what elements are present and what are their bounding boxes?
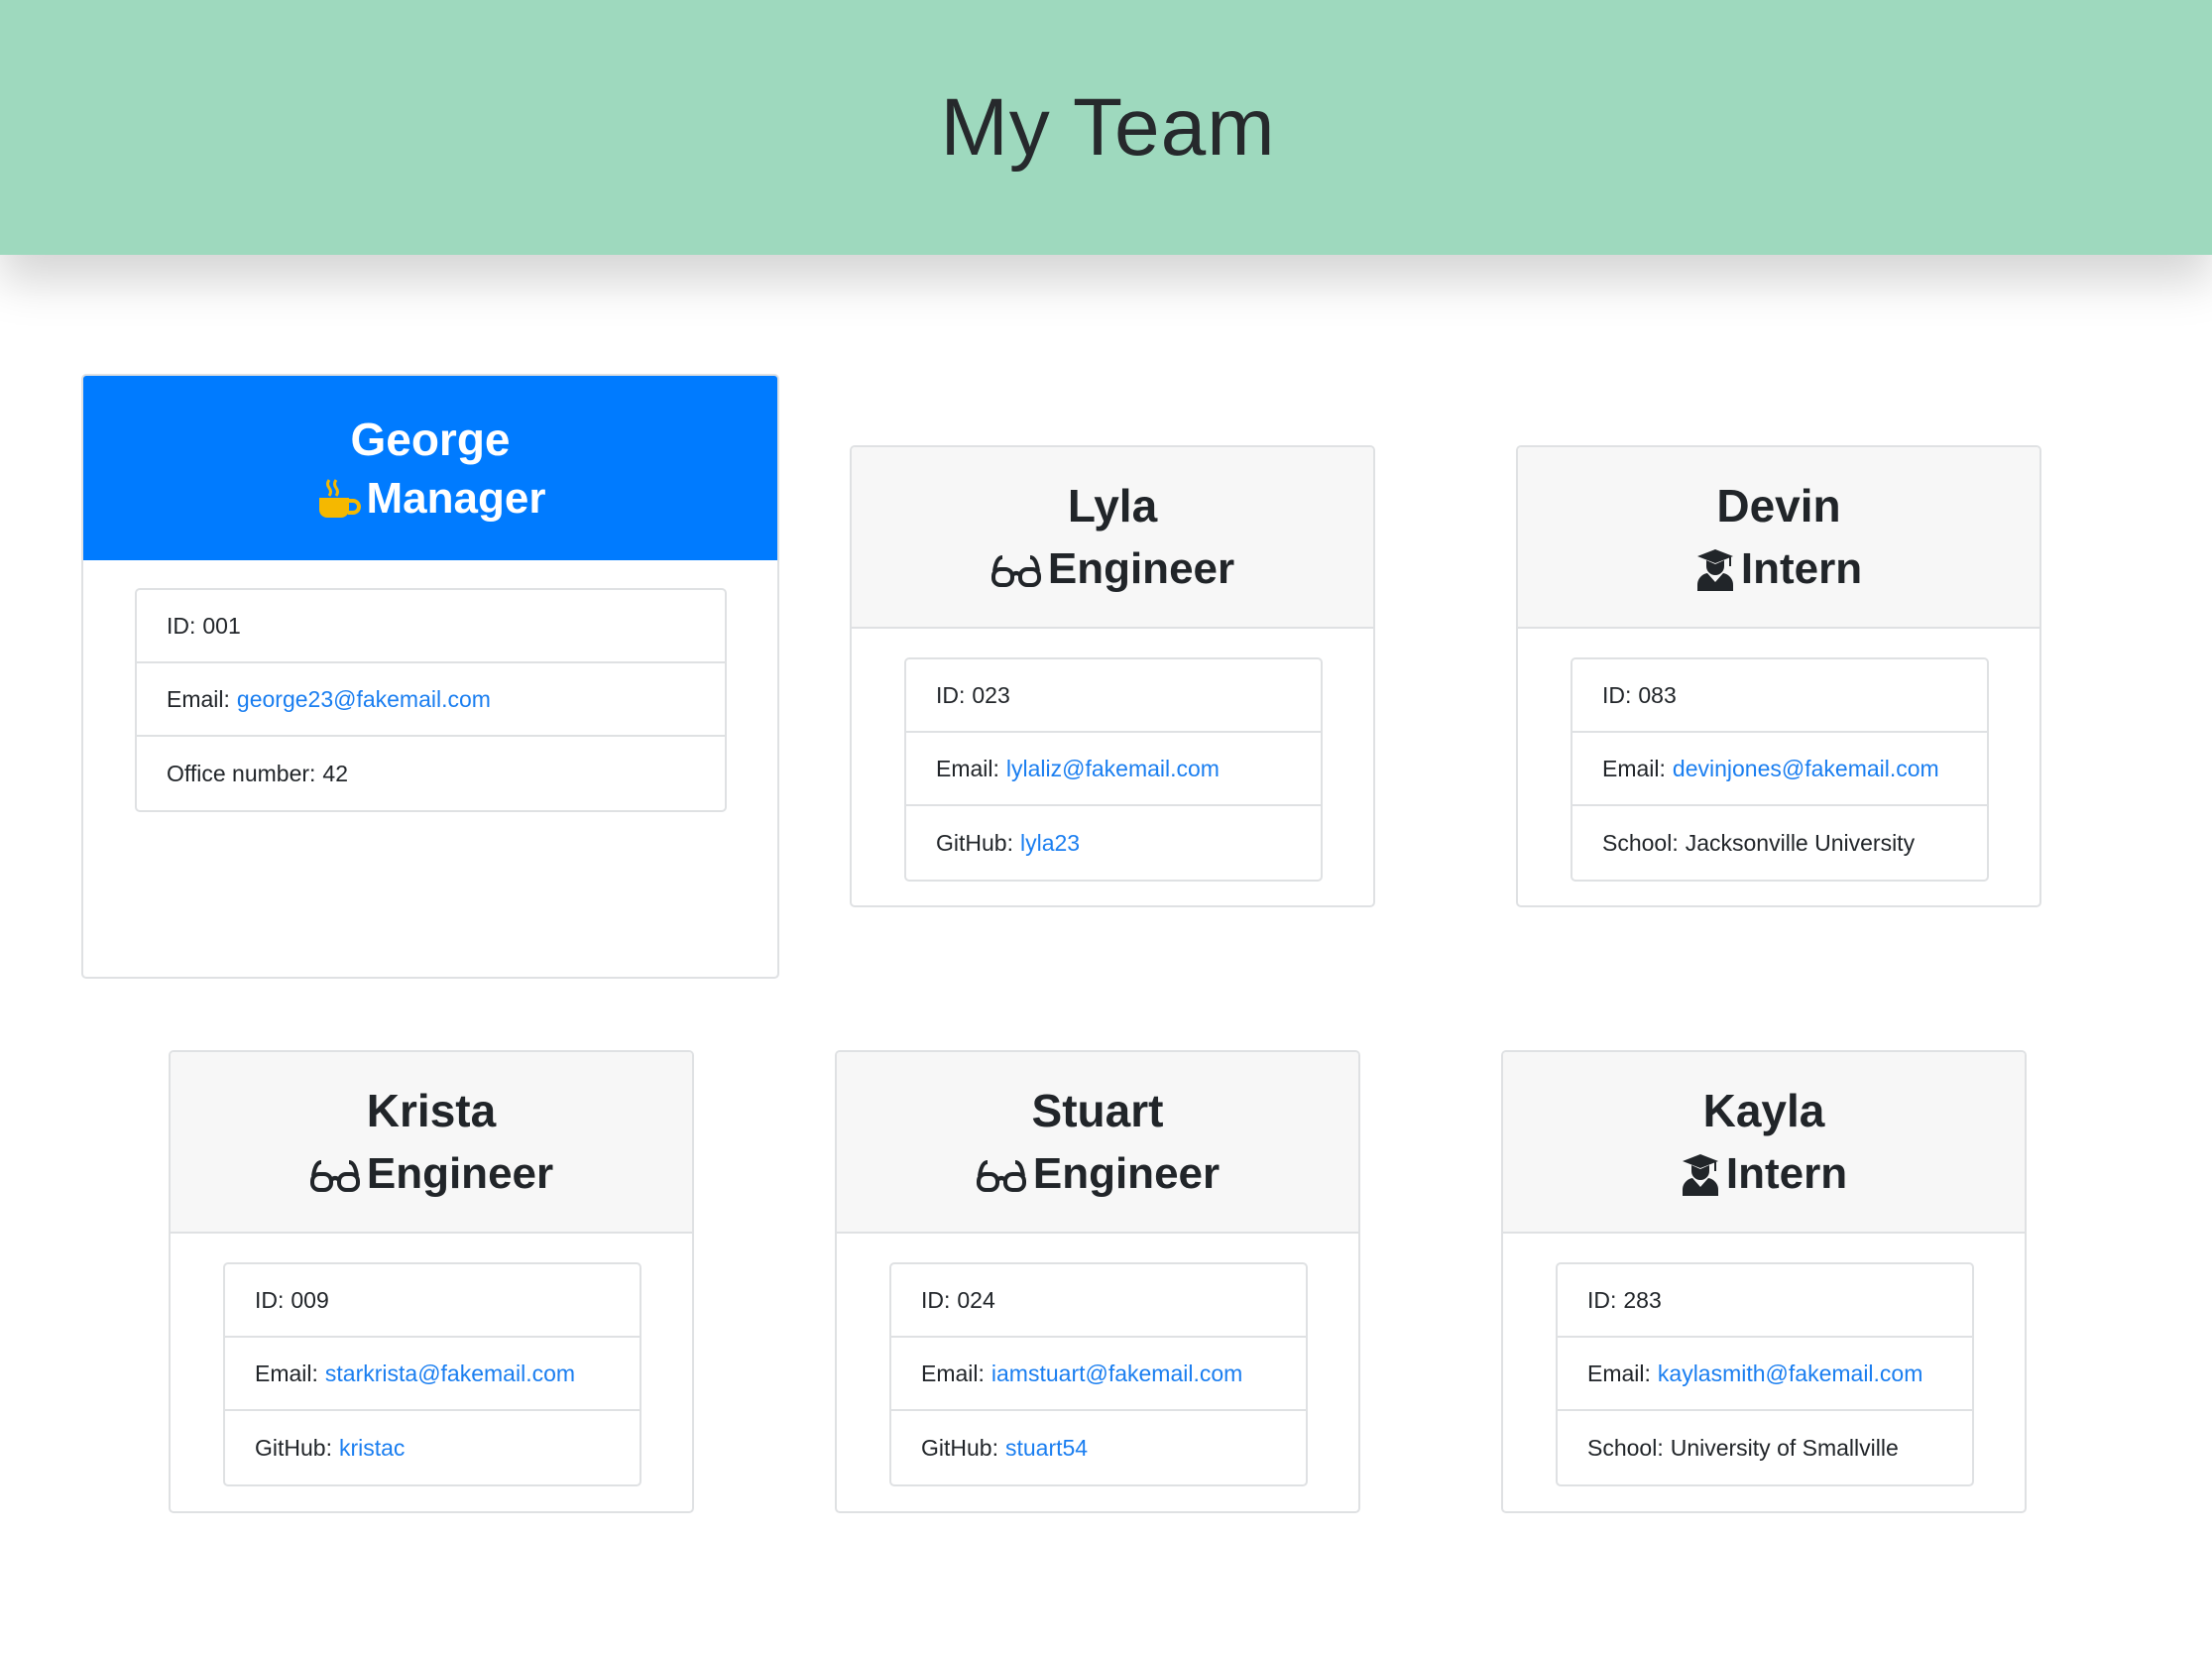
email-label: Email: <box>1587 1360 1651 1386</box>
graduate-icon <box>1695 547 1735 591</box>
employee-role: Intern <box>1681 1149 1847 1200</box>
id-row: ID: 001 <box>137 590 725 663</box>
employee-role: Engineer <box>976 1149 1220 1200</box>
employee-card-lyla: Lyla Engineer ID: 023 Email: lylaliz@fak… <box>850 445 1375 907</box>
id-label: ID: <box>167 612 196 639</box>
glasses-icon <box>309 1154 361 1194</box>
id-value: 083 <box>1638 681 1677 708</box>
id-label: ID: <box>1587 1286 1617 1313</box>
office-number-row: Office number: 42 <box>137 737 725 810</box>
id-label: ID: <box>936 681 966 708</box>
id-row: ID: 024 <box>891 1264 1306 1338</box>
email-row: Email: lylaliz@fakemail.com <box>906 733 1321 806</box>
card-header: George Manager <box>83 376 777 560</box>
employee-role: Manager <box>315 474 546 525</box>
id-row: ID: 023 <box>906 659 1321 733</box>
employee-role: Intern <box>1695 544 1862 595</box>
github-row: GitHub: stuart54 <box>891 1411 1306 1484</box>
id-value: 283 <box>1623 1286 1662 1313</box>
role-label: Intern <box>1740 543 1863 593</box>
email-label: Email: <box>167 685 230 712</box>
id-value: 009 <box>291 1286 329 1313</box>
school-row: School: Jacksonville University <box>1572 806 1987 880</box>
coffee-icon <box>315 476 361 522</box>
employee-details-list: ID: 023 Email: lylaliz@fakemail.com GitH… <box>904 657 1323 882</box>
github-row: GitHub: lyla23 <box>906 806 1321 880</box>
school-label: School: <box>1587 1434 1664 1461</box>
github-link[interactable]: stuart54 <box>1005 1435 1088 1462</box>
github-link[interactable]: kristac <box>339 1435 405 1462</box>
school-value: University of Smallville <box>1670 1434 1899 1461</box>
school-value: Jacksonville University <box>1685 829 1916 856</box>
glasses-icon <box>976 1154 1027 1194</box>
id-row: ID: 283 <box>1558 1264 1972 1338</box>
school-label: School: <box>1602 829 1679 856</box>
email-row: Email: george23@fakemail.com <box>137 663 725 737</box>
role-label: Engineer <box>366 1148 554 1198</box>
email-row: Email: starkrista@fakemail.com <box>225 1338 640 1411</box>
office-number-value: 42 <box>322 760 349 786</box>
glasses-icon <box>990 549 1042 589</box>
github-label: GitHub: <box>255 1434 332 1461</box>
id-row: ID: 083 <box>1572 659 1987 733</box>
employee-role: Engineer <box>990 544 1234 595</box>
employee-name: Krista <box>366 1084 497 1136</box>
role-label: Engineer <box>1047 543 1235 593</box>
employee-name: Lyla <box>1067 479 1158 532</box>
office-number-label: Office number: <box>167 760 316 786</box>
employee-card-george: George Manager ID: 001 Email: george23@f… <box>81 374 779 979</box>
employee-name: George <box>350 414 511 466</box>
card-header: Devin Intern <box>1518 447 2039 629</box>
email-row: Email: kaylasmith@fakemail.com <box>1558 1338 1972 1411</box>
role-label: Intern <box>1725 1148 1848 1198</box>
employee-details-list: ID: 283 Email: kaylasmith@fakemail.com S… <box>1556 1262 1974 1486</box>
school-row: School: University of Smallville <box>1558 1411 1972 1484</box>
employee-role: Engineer <box>309 1149 553 1200</box>
role-label: Engineer <box>1032 1148 1221 1198</box>
email-link[interactable]: george23@fakemail.com <box>237 686 491 713</box>
employee-card-krista: Krista Engineer ID: 009 Email: starkrist… <box>169 1050 694 1513</box>
id-value: 024 <box>957 1286 995 1313</box>
email-link[interactable]: kaylasmith@fakemail.com <box>1658 1360 1922 1387</box>
email-label: Email: <box>255 1360 318 1386</box>
employee-details-list: ID: 024 Email: iamstuart@fakemail.com Gi… <box>889 1262 1308 1486</box>
employee-name: Kayla <box>1702 1084 1825 1136</box>
email-link[interactable]: starkrista@fakemail.com <box>325 1360 575 1387</box>
employee-details-list: ID: 001 Email: george23@fakemail.com Off… <box>135 588 727 812</box>
id-label: ID: <box>255 1286 285 1313</box>
employee-card-kayla: Kayla Intern ID: 283 Email: kaylasmith@f… <box>1501 1050 2027 1513</box>
employee-details-list: ID: 009 Email: starkrista@fakemail.com G… <box>223 1262 641 1486</box>
id-label: ID: <box>921 1286 951 1313</box>
card-header: Lyla Engineer <box>852 447 1373 629</box>
email-label: Email: <box>1602 755 1666 781</box>
card-header: Stuart Engineer <box>837 1052 1358 1234</box>
id-label: ID: <box>1602 681 1632 708</box>
email-link[interactable]: iamstuart@fakemail.com <box>991 1360 1242 1387</box>
page-title: My Team <box>940 81 1276 173</box>
github-link[interactable]: lyla23 <box>1020 830 1080 857</box>
email-label: Email: <box>921 1360 985 1386</box>
employee-details-list: ID: 083 Email: devinjones@fakemail.com S… <box>1571 657 1989 882</box>
github-row: GitHub: kristac <box>225 1411 640 1484</box>
email-label: Email: <box>936 755 999 781</box>
email-row: Email: devinjones@fakemail.com <box>1572 733 1987 806</box>
email-row: Email: iamstuart@fakemail.com <box>891 1338 1306 1411</box>
card-header: Kayla Intern <box>1503 1052 2025 1234</box>
email-link[interactable]: devinjones@fakemail.com <box>1673 756 1939 782</box>
id-value: 023 <box>972 681 1010 708</box>
graduate-icon <box>1681 1152 1720 1196</box>
page-header: My Team <box>0 0 2212 255</box>
employee-name: Stuart <box>1031 1084 1164 1136</box>
employee-card-devin: Devin Intern ID: 083 Email: devinjones@f… <box>1516 445 2041 907</box>
id-value: 001 <box>202 612 241 639</box>
email-link[interactable]: lylaliz@fakemail.com <box>1006 756 1220 782</box>
card-header: Krista Engineer <box>171 1052 692 1234</box>
github-label: GitHub: <box>936 829 1013 856</box>
role-label: Manager <box>366 474 546 524</box>
github-label: GitHub: <box>921 1434 998 1461</box>
id-row: ID: 009 <box>225 1264 640 1338</box>
employee-card-stuart: Stuart Engineer ID: 024 Email: iamstuart… <box>835 1050 1360 1513</box>
employee-name: Devin <box>1716 479 1841 532</box>
